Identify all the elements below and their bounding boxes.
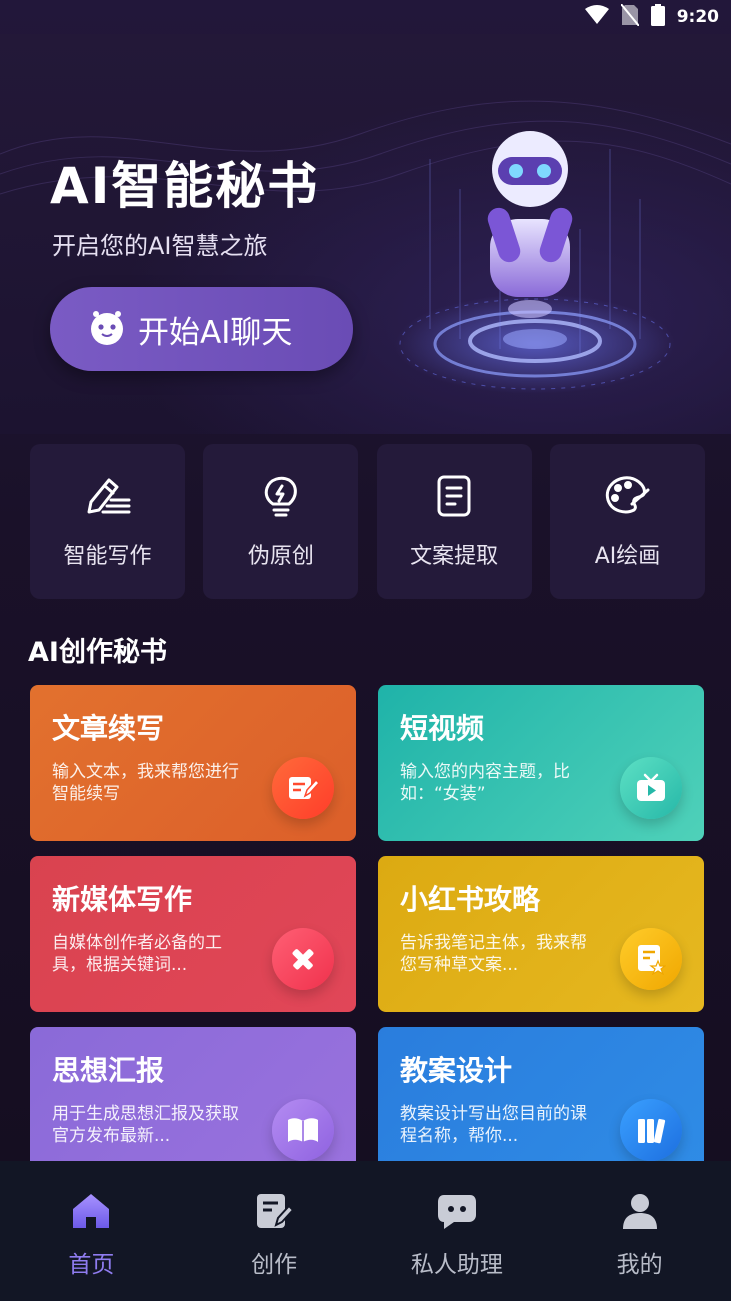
robot-illustration (395, 131, 675, 394)
start-ai-chat-button[interactable]: 开始AI聊天 (50, 287, 353, 371)
nav-label: 我的 (616, 1252, 663, 1278)
user-icon (620, 1191, 660, 1235)
quick-tools: 智能写作 伪原创 文案提取 AI绘画 (30, 444, 705, 599)
tool-copy-extract[interactable]: 文案提取 (376, 444, 532, 599)
card-description: 输入文本，我来帮您进行智能续写 (52, 762, 239, 804)
card-description: 用于生成思想汇报及获取官方发布最新... (52, 1104, 239, 1146)
card-thought-report[interactable]: 思想汇报 用于生成思想汇报及获取官方发布最新... (30, 1027, 356, 1183)
tool-pseudo-original[interactable]: 伪原创 (203, 444, 359, 599)
hero-title: AI智能秘书 (50, 157, 320, 215)
card-title: 教案设计 (400, 1054, 513, 1087)
tool-smart-writing[interactable]: 智能写作 (30, 444, 185, 599)
status-bar: 9:20 (0, 0, 731, 34)
card-title: 文章续写 (52, 712, 165, 745)
nav-assistant[interactable]: 私人助理 (397, 1191, 517, 1279)
nav-create[interactable]: 创作 (214, 1191, 334, 1279)
card-title: 短视频 (400, 712, 485, 745)
nav-label: 私人助理 (410, 1252, 503, 1278)
pen-write-icon (83, 474, 133, 522)
wifi-icon (584, 5, 609, 29)
card-title: 新媒体写作 (52, 883, 193, 916)
tool-label: 文案提取 (410, 543, 499, 569)
hero-banner: AI智能秘书 开启您的AI智慧之旅 开始AI聊天 (0, 34, 731, 434)
app-screen: 9:20 AI智能秘书 开启您的AI智慧之旅 开始AI聊天 智能写作 伪原创 文… (0, 0, 731, 1301)
card-xiaohongshu-guide[interactable]: 小红书攻略 告诉我笔记主体，我来帮您写种草文案... (378, 856, 704, 1012)
card-new-media-writing[interactable]: 新媒体写作 自媒体创作者必备的工具，根据关键词... (30, 856, 356, 1012)
bottom-navigation: 首页 创作 私人助理 我的 (0, 1161, 731, 1301)
nav-home[interactable]: 首页 (31, 1191, 151, 1279)
tv-play-icon (620, 757, 682, 819)
card-article-continue[interactable]: 文章续写 输入文本，我来帮您进行智能续写 (30, 685, 356, 841)
card-description: 告诉我笔记主体，我来帮您写种草文案... (400, 933, 587, 975)
nav-label: 首页 (68, 1252, 115, 1278)
home-icon (70, 1191, 112, 1235)
create-icon (254, 1191, 295, 1235)
card-description: 教案设计写出您目前的课程名称，帮你... (400, 1104, 587, 1146)
nav-label: 创作 (251, 1252, 298, 1278)
battery-icon (650, 4, 665, 30)
note-star-icon (620, 928, 682, 990)
document-icon (436, 474, 472, 522)
card-short-video[interactable]: 短视频 输入您的内容主题，比如：“女装” (378, 685, 704, 841)
pencil-ruler-icon (272, 928, 334, 990)
creation-cards: 文章续写 输入文本，我来帮您进行智能续写 短视频 输入您的内容主题，比如：“女装… (30, 685, 704, 1183)
section-title: AI创作秘书 (28, 637, 167, 668)
book-open-icon (272, 1099, 334, 1161)
start-ai-chat-label: 开始AI聊天 (138, 314, 293, 351)
tool-label: AI绘画 (594, 543, 661, 569)
tool-label: 智能写作 (63, 543, 152, 569)
tool-ai-painting[interactable]: AI绘画 (549, 444, 705, 599)
card-lesson-plan[interactable]: 教案设计 教案设计写出您目前的课程名称，帮你... (378, 1027, 704, 1183)
hero-subtitle: 开启您的AI智慧之旅 (52, 232, 268, 260)
card-title: 小红书攻略 (400, 883, 541, 916)
card-description: 输入您的内容主题，比如：“女装” (400, 762, 570, 804)
card-description: 自媒体创作者必备的工具，根据关键词... (52, 933, 222, 975)
edit-note-icon (272, 757, 334, 819)
clock: 9:20 (676, 7, 719, 27)
books-icon (620, 1099, 682, 1161)
palette-icon (604, 474, 650, 522)
tool-label: 伪原创 (247, 543, 314, 569)
card-title: 思想汇报 (52, 1054, 165, 1087)
robot-face-icon (88, 308, 126, 350)
lightbulb-icon (261, 474, 301, 522)
no-sim-icon (619, 3, 640, 30)
nav-mine[interactable]: 我的 (580, 1191, 700, 1279)
chat-bubble-icon (436, 1191, 478, 1235)
